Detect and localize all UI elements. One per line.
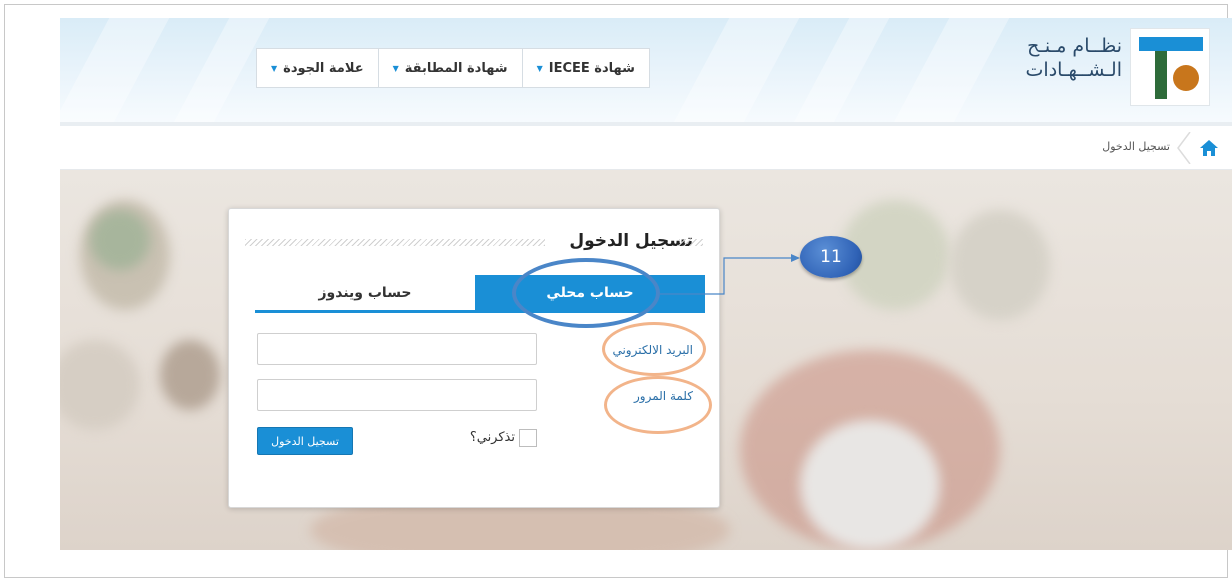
step-number: 11 xyxy=(820,247,842,267)
breadcrumb-current: تسجيل الدخول xyxy=(1102,140,1170,153)
title-decoration xyxy=(245,239,545,246)
logo-line-1: نظــام مـنـح xyxy=(1027,35,1122,57)
highlight-ring-email-label xyxy=(602,322,706,376)
password-field[interactable] xyxy=(257,379,537,411)
login-button-label: تسجيل الدخول xyxy=(271,434,339,448)
caret-down-icon: ▼ xyxy=(536,63,543,73)
logo-line-2: الـشــهـادات xyxy=(1025,59,1122,81)
breadcrumb: تسجيل الدخول xyxy=(60,126,1232,170)
nav-label: شهادة IECEE xyxy=(548,60,635,76)
breadcrumb-separator-icon xyxy=(1177,132,1191,164)
site-logo[interactable] xyxy=(1130,28,1210,106)
highlight-ring-password-label xyxy=(604,376,712,434)
highlight-ring-local-tab xyxy=(512,258,660,328)
login-button[interactable]: تسجيل الدخول xyxy=(257,427,353,455)
nav-item-conformity-certificate[interactable]: شهادة المطابقة ▼ xyxy=(377,49,522,87)
caret-down-icon: ▼ xyxy=(271,63,278,73)
remember-me-checkbox[interactable] xyxy=(519,429,537,447)
login-title: تسجيل الدخول xyxy=(569,231,693,251)
main-nav: علامة الجودة ▼ شهادة المطابقة ▼ شهادة IE… xyxy=(256,48,650,88)
tab-label: حساب ويندوز xyxy=(318,284,412,301)
tab-windows-account[interactable]: حساب ويندوز xyxy=(255,275,475,310)
step-number-badge: 11 xyxy=(800,236,862,278)
nav-item-iecee-certificate[interactable]: شهادة IECEE ▼ xyxy=(521,49,649,87)
title-decoration xyxy=(679,239,703,246)
site-logo-text: نظــام مـنـح الـشــهـادات xyxy=(1000,34,1122,82)
caret-down-icon: ▼ xyxy=(392,63,399,73)
email-field[interactable] xyxy=(257,333,537,365)
nav-item-quality-mark[interactable]: علامة الجودة ▼ xyxy=(257,49,378,87)
nav-label: شهادة المطابقة xyxy=(404,60,508,76)
home-icon[interactable] xyxy=(1198,138,1220,158)
remember-me-label: تذكرني؟ xyxy=(469,430,515,445)
nav-label: علامة الجودة xyxy=(283,60,364,76)
